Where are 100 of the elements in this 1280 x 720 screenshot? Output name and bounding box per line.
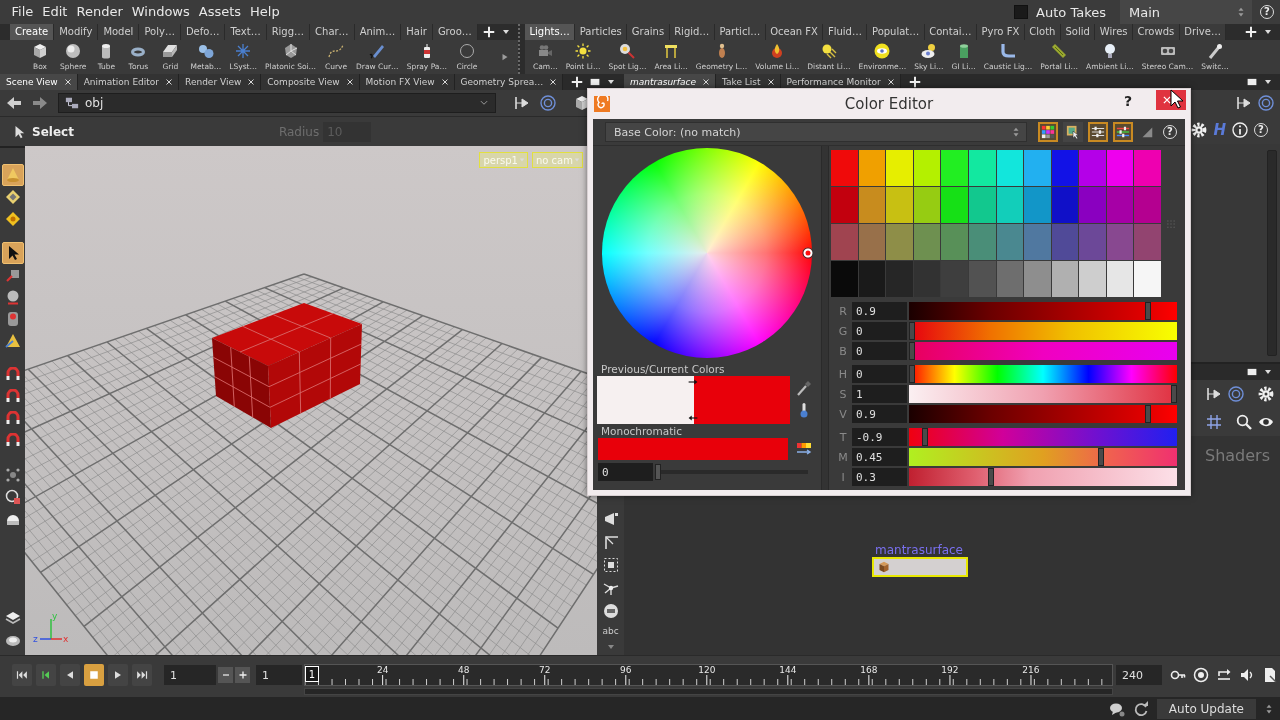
cube-icon[interactable]: [574, 95, 590, 111]
caret-icon[interactable]: [607, 78, 616, 86]
plus-icon[interactable]: [483, 26, 495, 38]
pane-tab[interactable]: Geometry Sprea…: [454, 74, 564, 90]
slider-thumb[interactable]: [655, 464, 661, 480]
mode-button[interactable]: [1063, 122, 1083, 142]
mode-button[interactable]: [1088, 122, 1108, 142]
shelf-tab[interactable]: Pyro FX: [977, 24, 1025, 40]
shelf-tab[interactable]: Solid: [1060, 24, 1096, 40]
decrement-button[interactable]: [218, 667, 233, 683]
path-field[interactable]: obj: [58, 93, 496, 113]
pane-tab[interactable]: Render View: [179, 74, 262, 90]
shelf-tab[interactable]: Contai…: [924, 24, 978, 40]
rings-icon[interactable]: [1258, 95, 1274, 111]
slider-track[interactable]: [909, 302, 1177, 320]
close-icon[interactable]: [165, 78, 174, 86]
color-swatch[interactable]: [858, 187, 886, 223]
menu-item[interactable]: Help: [245, 3, 285, 21]
slider-thumb[interactable]: [1097, 448, 1104, 466]
pin-icon[interactable]: [1236, 95, 1252, 111]
rings-icon[interactable]: [540, 95, 556, 111]
speaker-icon[interactable]: [1239, 667, 1255, 683]
menu-item[interactable]: Assets: [194, 3, 246, 21]
pane-tab[interactable]: Animation Editor: [77, 74, 180, 90]
shelf-tab[interactable]: Grains: [627, 24, 670, 40]
shelf-tab[interactable]: Ocean FX: [765, 24, 824, 40]
take-dropdown[interactable]: Main: [1120, 0, 1252, 24]
close-icon[interactable]: [549, 78, 558, 86]
color-swatch[interactable]: [1024, 224, 1051, 260]
tool-button[interactable]: [1, 242, 24, 264]
pin-icon[interactable]: [514, 95, 530, 111]
color-swatch[interactable]: [1079, 187, 1106, 223]
transport-button[interactable]: [36, 664, 56, 686]
slider-thumb[interactable]: [909, 342, 915, 360]
page-icon[interactable]: [1262, 667, 1278, 683]
value-field[interactable]: 0: [852, 342, 907, 360]
current-color-swatch[interactable]: [693, 376, 790, 424]
shelf-tab[interactable]: Cloth: [1024, 24, 1061, 40]
info-icon[interactable]: [1232, 122, 1248, 138]
color-swatch[interactable]: [1024, 150, 1051, 186]
search-icon[interactable]: [1236, 414, 1252, 430]
value-field[interactable]: 0.3: [852, 468, 907, 486]
color-swatch[interactable]: [1134, 187, 1161, 223]
color-swatch[interactable]: [996, 187, 1024, 223]
refresh-icon[interactable]: [1132, 700, 1149, 717]
corner-icon[interactable]: [602, 534, 619, 550]
minus-circle-icon[interactable]: [602, 603, 619, 619]
auto-takes-checkbox[interactable]: [1014, 5, 1029, 19]
color-swatch[interactable]: [886, 224, 913, 260]
shelf-tab[interactable]: Fluid…: [823, 24, 868, 40]
color-swatch[interactable]: [858, 261, 886, 297]
color-swatch[interactable]: [1024, 187, 1051, 223]
shelf-tab[interactable]: Crowds: [1133, 24, 1180, 40]
shelf-tab[interactable]: Poly…: [139, 24, 181, 40]
plus-icon[interactable]: [1245, 26, 1257, 38]
color-swatch[interactable]: [1134, 261, 1161, 297]
slider-track[interactable]: [909, 365, 1177, 383]
pane-tab[interactable]: Scene View: [0, 74, 78, 90]
value-field[interactable]: 0.9: [852, 405, 907, 423]
plus-icon[interactable]: [908, 76, 921, 88]
mode-button[interactable]: [1113, 122, 1133, 142]
transport-button[interactable]: [132, 664, 152, 686]
pane-tab[interactable]: Motion FX View: [359, 74, 455, 90]
caret-icon[interactable]: [1264, 28, 1272, 36]
color-swatch[interactable]: [1106, 261, 1134, 297]
play-icon[interactable]: [500, 52, 510, 62]
color-swatch[interactable]: [996, 224, 1024, 260]
slider-track[interactable]: [909, 385, 1177, 403]
shelf-tab[interactable]: Drive…: [1179, 24, 1227, 40]
close-icon[interactable]: [766, 78, 775, 86]
transport-button[interactable]: [60, 664, 80, 686]
color-swatch[interactable]: [968, 261, 996, 297]
color-swatch[interactable]: [1051, 150, 1079, 186]
shelf-tab[interactable]: Defo…: [180, 24, 226, 40]
text-toggle-button[interactable]: abc: [602, 626, 619, 636]
previous-color-swatch[interactable]: [597, 376, 694, 424]
shelf-tab[interactable]: Model: [98, 24, 140, 40]
end-frame-field[interactable]: 240: [1116, 665, 1162, 685]
color-swatch[interactable]: [886, 187, 913, 223]
color-swatch[interactable]: [1106, 150, 1134, 186]
timeline-ruler[interactable]: 1 24 48 72 96 120 144 168 192 216: [304, 664, 1113, 686]
caret-icon[interactable]: [502, 28, 510, 36]
color-swatch[interactable]: [886, 150, 913, 186]
help-button[interactable]: ?: [1123, 93, 1132, 109]
shelf-tab[interactable]: Populat…: [867, 24, 925, 40]
color-swatch[interactable]: [996, 150, 1024, 186]
color-swatch[interactable]: [1051, 187, 1079, 223]
color-swatch[interactable]: [968, 187, 996, 223]
back-arrow-icon[interactable]: [6, 95, 22, 111]
color-swatch[interactable]: [1134, 150, 1161, 186]
transport-button[interactable]: [12, 664, 32, 686]
corner-triangle-icon[interactable]: [1141, 126, 1153, 138]
shelf-tab[interactable]: Groo…: [432, 24, 478, 40]
updown-icon[interactable]: [1264, 703, 1274, 714]
pin-icon[interactable]: [1206, 386, 1222, 402]
color-swatch[interactable]: [913, 224, 941, 260]
menu-item[interactable]: Edit: [37, 3, 72, 21]
color-swatch[interactable]: [1134, 224, 1161, 260]
shelf-tab[interactable]: Char…: [310, 24, 355, 40]
color-swatch[interactable]: [913, 150, 941, 186]
